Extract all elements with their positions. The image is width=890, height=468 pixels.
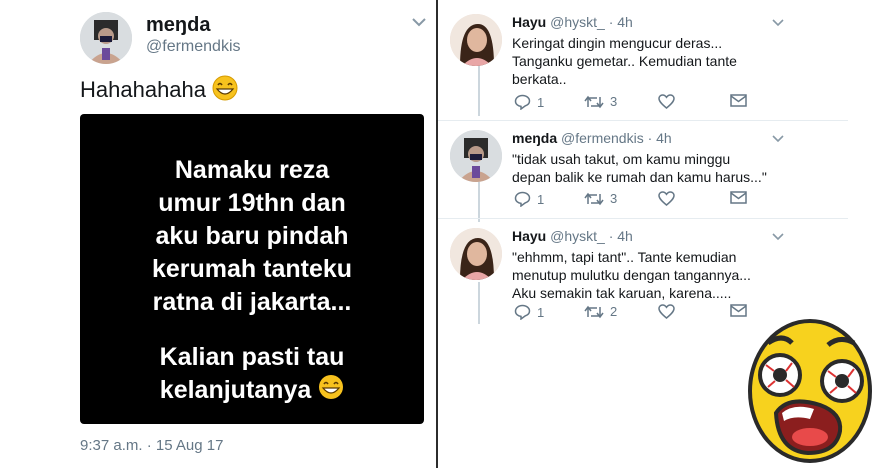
reply-author[interactable]: Hayu @hyskt_ · 4h bbox=[512, 228, 633, 244]
chevron-down-icon[interactable] bbox=[772, 230, 784, 244]
avatar[interactable] bbox=[450, 130, 502, 182]
retweet-icon bbox=[584, 192, 604, 205]
reply-text-line: depan balik ke rumah dan kamu harus..." bbox=[512, 169, 767, 185]
reply-text-line: Tanganku gemetar.. Kemudian tante bbox=[512, 53, 737, 69]
like-button[interactable] bbox=[658, 94, 675, 109]
like-button[interactable] bbox=[658, 191, 675, 206]
reply-time: · 4h bbox=[608, 14, 633, 30]
reply-text: "tidak usah takut, om kamu minggu depan … bbox=[512, 150, 812, 186]
divider bbox=[438, 218, 848, 219]
media-line-6: Kalian pasti tau bbox=[159, 343, 345, 371]
shocked-face-icon bbox=[748, 313, 876, 463]
retweet-button[interactable]: 3 bbox=[584, 191, 617, 206]
media-line-5: ratna di jakarta... bbox=[152, 288, 352, 316]
reply-text: "ehhmm, tapi tant".. Tante kemudian menu… bbox=[512, 248, 792, 302]
reply-display-name: Hayu bbox=[512, 14, 547, 30]
media-line-7: kelanjutanya bbox=[80, 374, 424, 409]
reply-count: 1 bbox=[537, 191, 545, 207]
direct-message-icon bbox=[730, 191, 747, 204]
avatar[interactable] bbox=[450, 228, 502, 280]
like-icon bbox=[658, 191, 675, 206]
tweet-image[interactable]: Namaku reza umur 19thn dan aku baru pind… bbox=[80, 114, 424, 424]
reply-count: 1 bbox=[537, 94, 545, 110]
reply-handle: @hyskt_ bbox=[550, 14, 605, 30]
avatar[interactable] bbox=[450, 14, 502, 66]
media-line-3: aku baru pindah bbox=[155, 222, 349, 250]
tweet-actions: 1 3 bbox=[512, 191, 752, 211]
reply-text-line: "ehhmm, tapi tant".. Tante kemudian bbox=[512, 249, 737, 265]
tweet-actions: 1 3 bbox=[512, 94, 752, 114]
reply-text-line: Keringat dingin mengucur deras... bbox=[512, 35, 723, 51]
direct-message-icon bbox=[730, 94, 747, 107]
reply-time: · 4h bbox=[647, 130, 672, 146]
main-tweet: meŋda @fermendkis Hahahahaha Namaku reza… bbox=[0, 0, 434, 468]
tweet-text-content: Hahahahaha bbox=[80, 76, 207, 102]
direct-message-button[interactable] bbox=[730, 94, 747, 107]
divider bbox=[438, 120, 848, 121]
reply-handle: @hyskt_ bbox=[550, 228, 605, 244]
reply-author[interactable]: meŋda @fermendkis · 4h bbox=[512, 130, 672, 146]
retweet-count: 3 bbox=[610, 94, 618, 109]
reply-count: 1 bbox=[537, 304, 545, 320]
reply-display-name: Hayu bbox=[512, 228, 547, 244]
reply-text: Keringat dingin mengucur deras... Tangan… bbox=[512, 34, 792, 88]
like-icon bbox=[658, 94, 675, 109]
reply-text-line: "tidak usah takut, om kamu minggu bbox=[512, 151, 731, 167]
chevron-down-icon[interactable] bbox=[772, 132, 784, 146]
reply-display-name: meŋda bbox=[512, 130, 558, 146]
retweet-count: 2 bbox=[610, 304, 618, 319]
tweet-actions: 1 2 bbox=[512, 304, 752, 324]
media-line-1: Namaku reza bbox=[174, 156, 330, 184]
reply-text-line: Aku semakin tak karuan, karena..... bbox=[512, 285, 732, 301]
reply-tweet[interactable]: meŋda @fermendkis · 4h "tidak usah takut… bbox=[438, 130, 858, 224]
retweet-button[interactable]: 3 bbox=[584, 94, 617, 109]
retweet-button[interactable]: 2 bbox=[584, 304, 617, 319]
retweet-icon bbox=[584, 95, 604, 108]
reply-handle: @fermendkis bbox=[561, 130, 644, 146]
retweet-icon bbox=[584, 305, 604, 318]
media-line-2: umur 19thn dan bbox=[158, 189, 346, 217]
reply-tweet[interactable]: Hayu @hyskt_ · 4h Keringat dingin menguc… bbox=[438, 14, 858, 118]
display-name[interactable]: meŋda bbox=[146, 14, 210, 37]
chevron-down-icon[interactable] bbox=[772, 16, 784, 30]
reply-icon bbox=[514, 191, 531, 207]
avatar[interactable] bbox=[80, 12, 132, 64]
reply-text-line: menutup mulutku dengan tangannya... bbox=[512, 267, 751, 283]
reply-icon bbox=[514, 94, 531, 110]
reply-time: · 4h bbox=[608, 228, 633, 244]
reply-button[interactable]: 1 bbox=[514, 191, 544, 207]
media-line-4: kerumah tanteku bbox=[151, 255, 353, 283]
direct-message-icon bbox=[730, 304, 747, 317]
chevron-down-icon[interactable] bbox=[412, 16, 426, 30]
reply-text-line: berkata.. bbox=[512, 71, 567, 87]
retweet-count: 3 bbox=[610, 191, 618, 206]
handle[interactable]: @fermendkis bbox=[146, 38, 241, 56]
tweet-text: Hahahahaha bbox=[80, 75, 238, 107]
like-button[interactable] bbox=[658, 304, 675, 319]
media-line-7-text: kelanjutanya bbox=[159, 376, 312, 405]
grinning-emoji-icon bbox=[318, 374, 344, 409]
direct-message-button[interactable] bbox=[730, 191, 747, 204]
reply-button[interactable]: 1 bbox=[514, 94, 544, 110]
reply-author[interactable]: Hayu @hyskt_ · 4h bbox=[512, 14, 633, 30]
grinning-emoji-icon bbox=[212, 75, 238, 107]
reply-icon bbox=[514, 304, 531, 320]
timestamp[interactable]: 9:37 a.m. · 15 Aug 17 bbox=[80, 437, 223, 454]
direct-message-button[interactable] bbox=[730, 304, 747, 317]
like-icon bbox=[658, 304, 675, 319]
reply-button[interactable]: 1 bbox=[514, 304, 544, 320]
